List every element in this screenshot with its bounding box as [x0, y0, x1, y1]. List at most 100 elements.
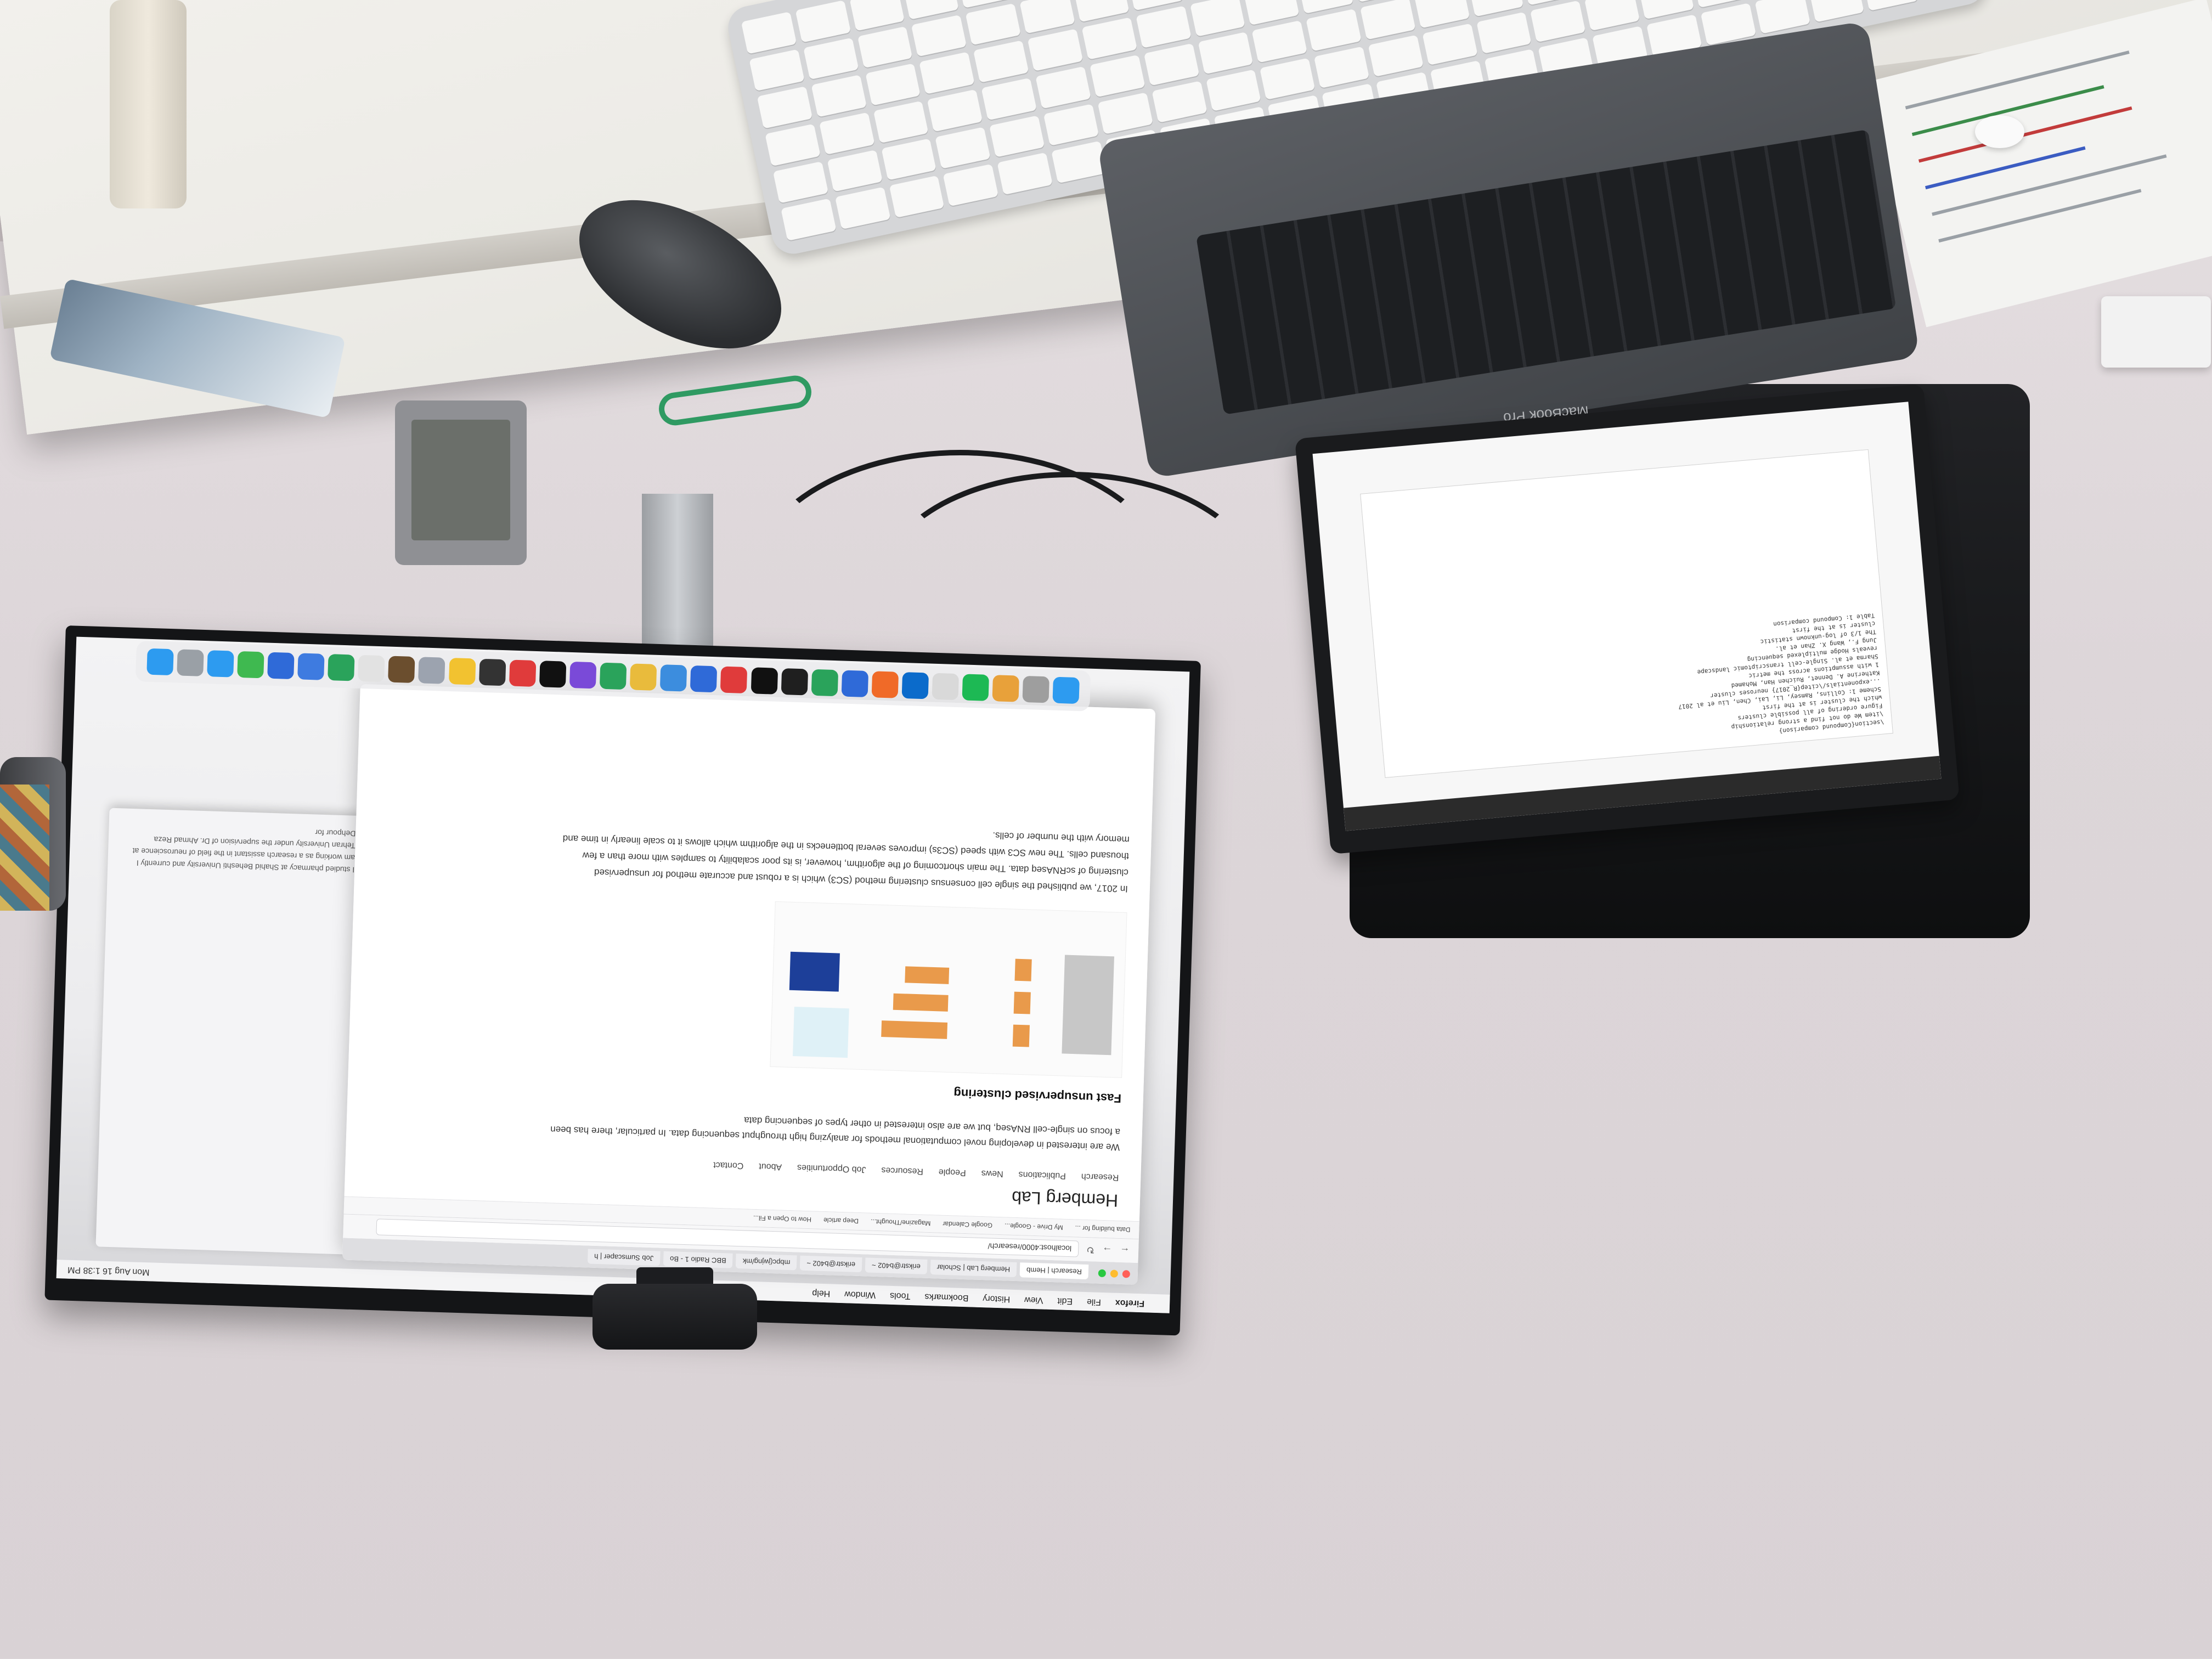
- dock-app-icon[interactable]: [237, 651, 264, 679]
- keyboard-key: [857, 26, 913, 69]
- back-arrow-icon[interactable]: ←: [1120, 1245, 1130, 1257]
- background-window[interactable]: I studied pharmacy at Shahid Beheshti Un…: [95, 808, 373, 1255]
- keyboard-key: [1584, 0, 1640, 31]
- dock-app-icon[interactable]: [448, 657, 476, 685]
- site-nav-about[interactable]: About: [759, 1161, 782, 1171]
- dock-app-icon[interactable]: [781, 668, 808, 696]
- keyboard-key: [919, 52, 975, 94]
- menu-item-file[interactable]: File: [1087, 1296, 1101, 1307]
- dock-app-icon[interactable]: [629, 663, 657, 691]
- forward-arrow-icon[interactable]: →: [1102, 1244, 1113, 1256]
- dock-app-icon[interactable]: [418, 657, 445, 684]
- keyboard-key: [989, 115, 1045, 158]
- keyboard-key: [935, 126, 991, 170]
- keyboard-key: [1360, 0, 1416, 40]
- background-window-text: I studied pharmacy at Shahid Beheshti Un…: [132, 828, 356, 874]
- zoom-button[interactable]: [1098, 1269, 1107, 1278]
- close-button[interactable]: [1122, 1270, 1131, 1278]
- dock-app-icon[interactable]: [751, 667, 778, 695]
- dock-app-icon[interactable]: [388, 656, 415, 684]
- browser-tab[interactable]: Hemberg Lab | Scholar: [930, 1260, 1017, 1278]
- keyboard-key: [1368, 35, 1424, 77]
- browser-tab[interactable]: BBC Radio 1 - Bo: [663, 1251, 733, 1269]
- usb-adapter: [2101, 296, 2211, 368]
- keyboard-key: [1089, 54, 1146, 98]
- dock-app-icon[interactable]: [599, 662, 627, 690]
- site-nav-resources[interactable]: Resources: [881, 1165, 923, 1176]
- keyboard-key: [973, 40, 1029, 83]
- bookmark-item[interactable]: Magazine/Thought...: [871, 1218, 931, 1227]
- keyboard-key: [1863, 0, 1918, 11]
- keyboard-key: [1152, 80, 1207, 123]
- menu-item-history[interactable]: History: [983, 1293, 1010, 1304]
- keyboard-key: [1422, 23, 1478, 66]
- dock-app-icon[interactable]: [358, 654, 385, 682]
- laptop-lid: \section{Compound comparison} \item We do…: [1295, 383, 1960, 855]
- keyboard-key: [1476, 12, 1532, 54]
- webcam: [592, 1284, 757, 1350]
- keyboard-key: [849, 0, 905, 31]
- dock-app-icon[interactable]: [871, 671, 899, 698]
- menu-item-firefox[interactable]: Firefox: [1115, 1297, 1145, 1308]
- minimize-button[interactable]: [1110, 1269, 1119, 1278]
- menu-item-bookmarks[interactable]: Bookmarks: [924, 1291, 969, 1303]
- dock-app-icon[interactable]: [1022, 675, 1050, 703]
- keyboard-key: [1205, 69, 1261, 112]
- site-nav-publications[interactable]: Publications: [1018, 1169, 1066, 1181]
- site-nav-news[interactable]: News: [981, 1168, 1003, 1178]
- bookmark-item[interactable]: Deep article: [823, 1216, 859, 1225]
- keyboard-key: [965, 3, 1022, 46]
- dock-app-icon[interactable]: [509, 659, 537, 687]
- dock-app-icon[interactable]: [297, 653, 325, 680]
- dock-app-icon[interactable]: [478, 658, 506, 686]
- dock-app-icon[interactable]: [962, 674, 990, 701]
- dock-app-icon[interactable]: [841, 670, 868, 697]
- dock-app-icon[interactable]: [720, 666, 748, 694]
- dock-app-icon[interactable]: [328, 654, 355, 681]
- dock-app-icon[interactable]: [660, 664, 687, 692]
- dock-app-icon[interactable]: [539, 661, 567, 688]
- bookmark-item[interactable]: My Drive - Google...: [1005, 1222, 1063, 1232]
- browser-tab[interactable]: Job Sumscaper | h: [587, 1249, 661, 1267]
- keyboard-key: [1143, 43, 1199, 86]
- site-nav-people[interactable]: People: [939, 1166, 966, 1177]
- browser-tab-active[interactable]: Research | Hemb: [1019, 1262, 1089, 1280]
- dock-app-icon[interactable]: [901, 672, 929, 699]
- dock-app-icon[interactable]: [992, 675, 1020, 702]
- menu-clock[interactable]: Mon Aug 16 1:38 PM: [57, 1264, 150, 1277]
- dock-app-icon[interactable]: [569, 661, 597, 689]
- dock-app-icon[interactable]: [811, 669, 838, 697]
- reload-icon[interactable]: ↻: [1086, 1244, 1095, 1255]
- site-title[interactable]: Hemberg Lab: [1012, 1187, 1119, 1211]
- menu-item-view[interactable]: View: [1024, 1294, 1043, 1305]
- site-nav-contact[interactable]: Contact: [713, 1160, 744, 1171]
- web-page: Hemberg Lab Research Publications News Peop…: [344, 684, 1156, 1222]
- site-nav-research[interactable]: Research: [1081, 1171, 1119, 1182]
- menu-item-help[interactable]: Help: [812, 1288, 830, 1298]
- keyboard-key: [765, 123, 821, 166]
- bookmark-item[interactable]: How to Open a Fil...: [753, 1214, 811, 1223]
- laptop-screen: \section{Compound comparison} \item We do…: [1312, 402, 1942, 831]
- bookmark-item[interactable]: Google Calendar: [943, 1220, 992, 1229]
- browser-tab[interactable]: erikstr@b402 ~: [865, 1257, 928, 1275]
- window-controls: [1098, 1269, 1131, 1278]
- browser-tab[interactable]: mbpc(jwjng/mk: [736, 1254, 797, 1271]
- menu-item-window[interactable]: Window: [844, 1289, 876, 1300]
- bookmark-item[interactable]: Data building for ...: [1075, 1224, 1130, 1234]
- dock-app-icon[interactable]: [176, 649, 204, 676]
- keyboard-key: [1097, 92, 1153, 135]
- site-nav-job-opportunities[interactable]: Job Opportunities: [797, 1162, 866, 1174]
- menu-item-tools[interactable]: Tools: [890, 1290, 911, 1301]
- browser-tab[interactable]: erikstr@b402 ~: [799, 1256, 862, 1273]
- dock-app-icon[interactable]: [146, 648, 174, 676]
- laptop-document: \section{Compound comparison} \item We do…: [1360, 449, 1893, 778]
- dock-app-icon[interactable]: [932, 673, 960, 701]
- dock-app-icon[interactable]: [690, 665, 718, 693]
- menu-item-edit[interactable]: Edit: [1057, 1295, 1073, 1306]
- keyboard-key: [873, 100, 929, 143]
- dock-app-icon[interactable]: [1052, 676, 1080, 704]
- keyboard-key: [1051, 141, 1107, 184]
- dock-app-icon[interactable]: [267, 652, 295, 680]
- keyboard-key: [772, 161, 829, 204]
- dock-app-icon[interactable]: [207, 650, 234, 678]
